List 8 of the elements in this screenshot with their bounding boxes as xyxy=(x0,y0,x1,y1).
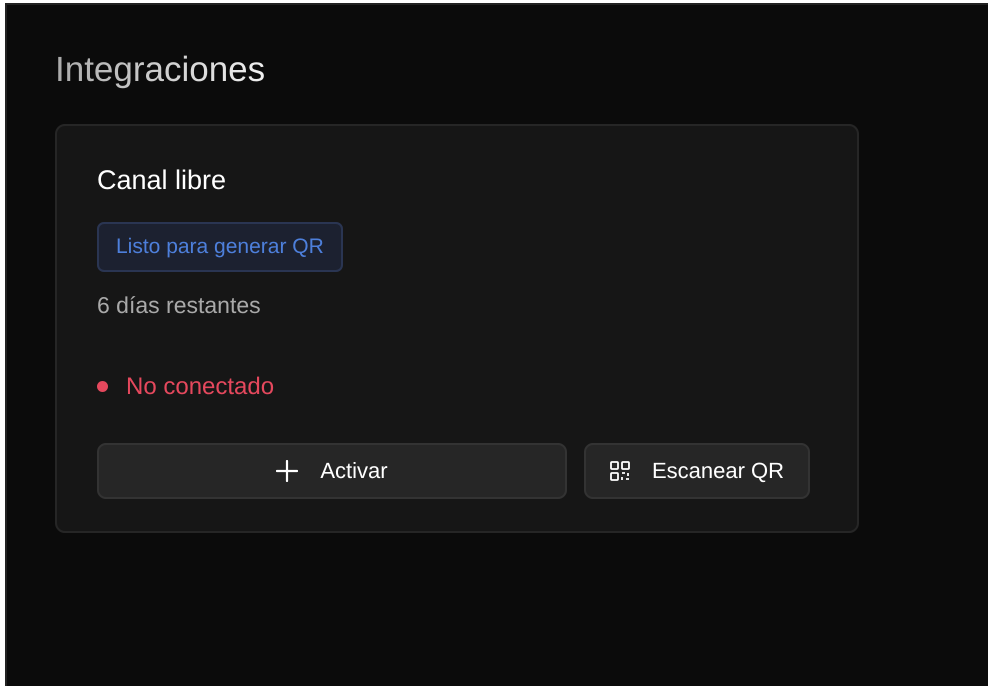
days-remaining: 6 días restantes xyxy=(97,292,262,319)
plus-icon xyxy=(276,460,298,482)
status-badge: Listo para generar QR xyxy=(97,222,343,272)
connection-status: No conectado xyxy=(126,372,274,401)
scan-qr-button[interactable]: Escanear QR xyxy=(584,442,810,499)
qr-code-icon xyxy=(610,460,630,481)
channel-name: Canal libre xyxy=(97,164,228,196)
activate-button[interactable]: Activar xyxy=(97,442,567,499)
